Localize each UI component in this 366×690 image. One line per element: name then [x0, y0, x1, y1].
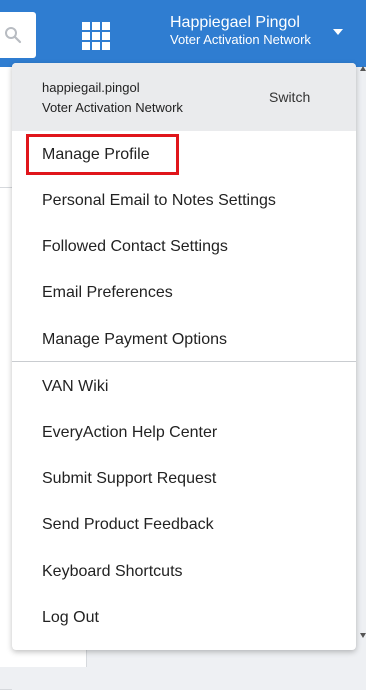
search-box[interactable]: [0, 12, 36, 58]
account-username: happiegail.pingol: [42, 80, 140, 95]
menu-divider: [12, 361, 356, 362]
menu-item-submit-support-request[interactable]: Submit Support Request: [42, 469, 216, 489]
menu-item-help-center[interactable]: EveryAction Help Center: [42, 423, 217, 443]
user-dropdown-menu: happiegail.pingol Voter Activation Netwo…: [12, 63, 356, 650]
menu-item-email-preferences[interactable]: Email Preferences: [42, 283, 173, 303]
user-organization: Voter Activation Network: [170, 32, 311, 47]
menu-item-keyboard-shortcuts[interactable]: Keyboard Shortcuts: [42, 562, 183, 582]
menu-item-send-product-feedback[interactable]: Send Product Feedback: [42, 515, 214, 535]
menu-item-manage-profile[interactable]: Manage Profile: [42, 145, 150, 165]
scroll-down-arrow-icon[interactable]: [360, 633, 366, 638]
scroll-up-arrow-icon[interactable]: [360, 66, 366, 71]
account-organization: Voter Activation Network: [42, 100, 183, 115]
background-page-footer-panel: [0, 648, 87, 667]
user-name: Happiegael Pingol: [170, 14, 300, 31]
menu-item-personal-email-notes-settings[interactable]: Personal Email to Notes Settings: [42, 191, 276, 211]
top-navigation-bar: Happiegael Pingol Voter Activation Netwo…: [0, 0, 366, 67]
search-icon[interactable]: [4, 26, 22, 44]
user-menu-toggle[interactable]: Happiegael Pingol Voter Activation Netwo…: [170, 13, 311, 48]
switch-account-button[interactable]: Switch: [269, 89, 310, 105]
background-page-panel: [0, 67, 12, 690]
app-grid-icon[interactable]: [82, 22, 110, 50]
dropdown-account-header: happiegail.pingol Voter Activation Netwo…: [12, 63, 356, 131]
menu-item-followed-contact-settings[interactable]: Followed Contact Settings: [42, 237, 228, 257]
menu-item-van-wiki[interactable]: VAN Wiki: [42, 377, 108, 397]
menu-item-manage-payment-options[interactable]: Manage Payment Options: [42, 330, 227, 350]
menu-item-log-out[interactable]: Log Out: [42, 608, 99, 628]
chevron-down-icon[interactable]: [333, 29, 343, 35]
